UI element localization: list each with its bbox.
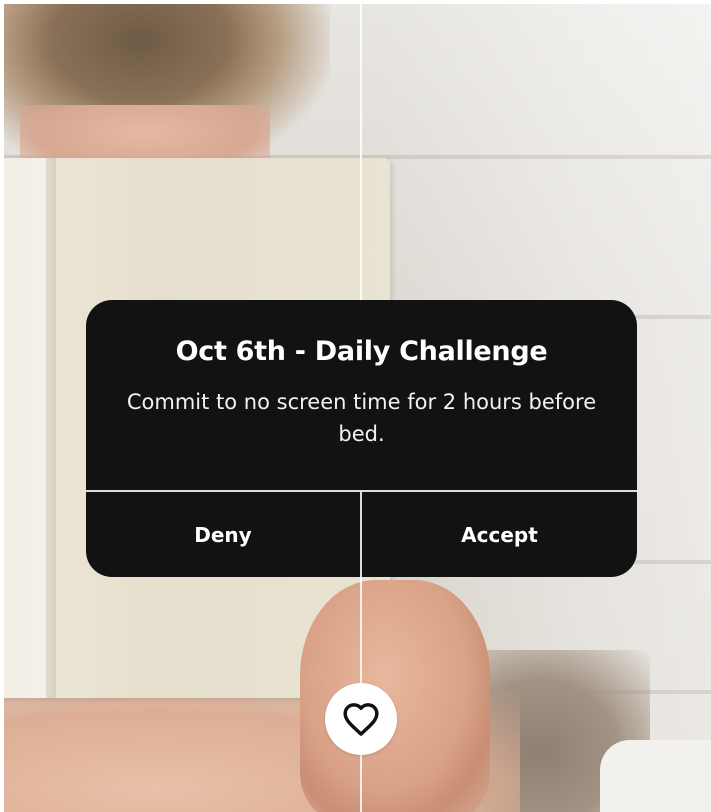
dialog-title: Oct 6th - Daily Challenge — [175, 336, 548, 367]
like-button[interactable] — [325, 683, 397, 755]
white-cloth — [600, 740, 711, 812]
heart-icon — [343, 703, 379, 736]
photo-background: Oct 6th - Daily Challenge Commit to no s… — [0, 0, 711, 812]
challenge-dialog: Oct 6th - Daily Challenge Commit to no s… — [86, 300, 637, 577]
accept-button[interactable]: Accept — [362, 492, 637, 577]
book-edge — [46, 158, 56, 698]
frame-edge-top — [0, 0, 711, 4]
frame-edge-left — [0, 0, 4, 812]
deny-button[interactable]: Deny — [86, 492, 360, 577]
person-hand — [300, 580, 490, 812]
dialog-message: Commit to no screen time for 2 hours bef… — [126, 390, 597, 446]
